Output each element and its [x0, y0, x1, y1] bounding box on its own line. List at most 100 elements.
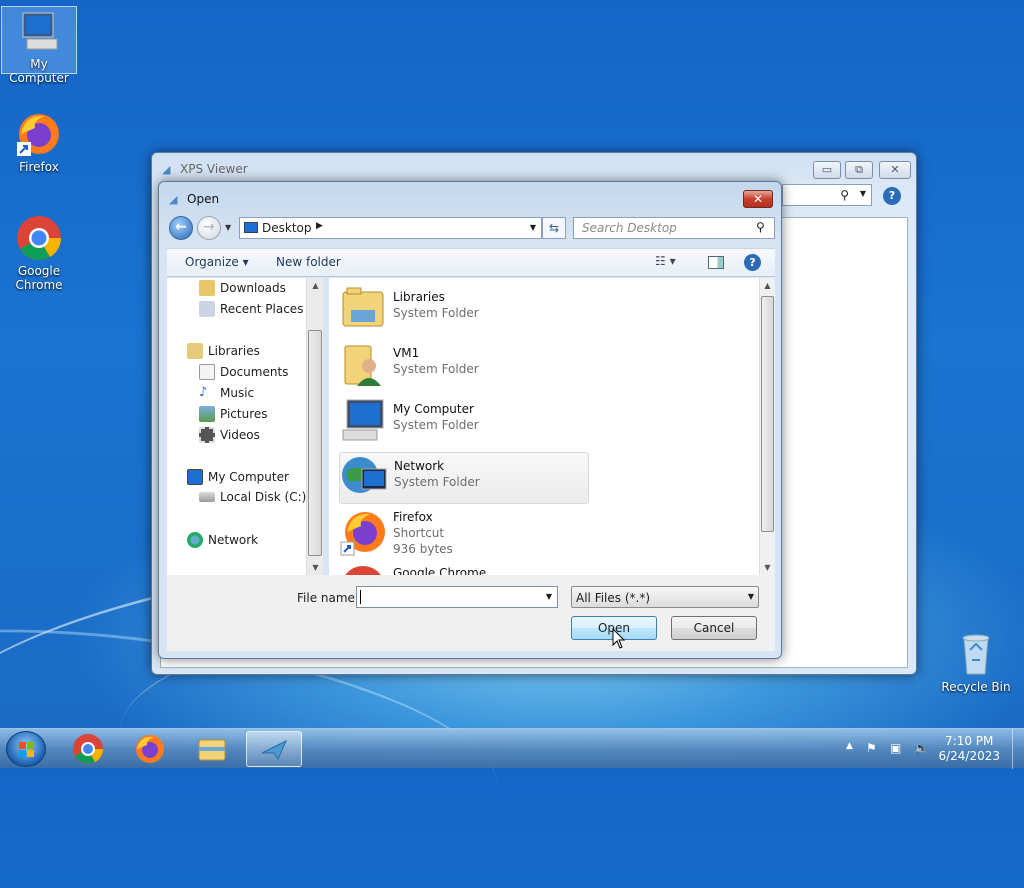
clock-date: 6/24/2023	[938, 749, 1000, 763]
command-bar: Organize ▾ New folder ☷ ▾ ?	[167, 248, 775, 277]
breadcrumb-arrow-icon[interactable]: ▶	[316, 221, 323, 231]
file-name: My Computer	[393, 402, 474, 416]
address-path[interactable]: Desktop	[262, 221, 312, 235]
documents-icon	[199, 364, 215, 380]
computer-icon	[15, 7, 63, 55]
organize-button[interactable]: Organize ▾	[185, 255, 249, 269]
file-item[interactable]: Libraries System Folder	[339, 284, 579, 336]
file-list-scrollbar[interactable]: ▲ ▼	[759, 278, 775, 575]
nav-scrollbar[interactable]: ▲ ▼	[306, 278, 323, 575]
file-item[interactable]: My Computer System Folder	[339, 396, 579, 448]
scroll-up-arrow-icon[interactable]: ▲	[760, 278, 775, 293]
mouse-cursor-icon	[612, 628, 625, 649]
search-input[interactable]: Search Desktop	[573, 217, 775, 239]
search-icon: ⚲	[840, 188, 849, 202]
file-type: System Folder	[393, 362, 479, 376]
file-type: Shortcut	[393, 526, 445, 540]
nav-item-label: Pictures	[220, 407, 268, 421]
chevron-down-icon[interactable]: ▼	[530, 223, 536, 232]
firefox-icon	[339, 508, 387, 556]
pictures-icon	[199, 406, 215, 422]
desktop-icon-chrome[interactable]: Google Chrome	[1, 214, 77, 292]
taskbar-xps-viewer[interactable]	[246, 731, 302, 767]
nav-item-my-computer[interactable]: My Computer	[187, 469, 289, 485]
action-center-flag-icon[interactable]: ⚑	[866, 741, 877, 755]
videos-icon	[199, 427, 215, 443]
taskbar-chrome[interactable]	[60, 731, 116, 767]
nav-item-music[interactable]: ♪ Music	[199, 385, 254, 401]
open-dialog: ◢ Open ✕ ← → ▼ Desktop ▶ ▼ ⇆ Search Desk…	[158, 181, 782, 659]
file-item[interactable]: Google Chrome	[339, 564, 579, 575]
help-icon[interactable]: ?	[883, 187, 901, 205]
start-button[interactable]	[6, 731, 46, 767]
disk-icon	[199, 492, 215, 502]
nav-item-label: My Computer	[208, 470, 289, 484]
network-status-icon[interactable]: ▣	[890, 741, 901, 755]
file-type: System Folder	[393, 306, 479, 320]
show-desktop-button[interactable]	[1012, 729, 1024, 769]
preview-pane-icon[interactable]	[708, 256, 724, 269]
scroll-up-arrow-icon[interactable]: ▲	[308, 278, 323, 293]
taskbar-firefox[interactable]	[122, 731, 178, 767]
new-folder-button[interactable]: New folder	[276, 255, 341, 269]
cancel-button[interactable]: Cancel	[671, 616, 757, 640]
desktop-icon-label: Firefox	[19, 160, 59, 174]
file-list: Libraries System Folder VM1 System Folder …	[329, 278, 775, 575]
nav-item-documents[interactable]: Documents	[199, 364, 288, 380]
nav-item-libraries[interactable]: Libraries	[187, 343, 260, 359]
file-type: System Folder	[394, 475, 480, 489]
desktop-icon-label: Google Chrome	[15, 264, 63, 292]
nav-item-downloads[interactable]: Downloads	[199, 280, 286, 296]
refresh-button[interactable]: ⇆	[542, 217, 566, 239]
scroll-thumb[interactable]	[761, 296, 774, 532]
desktop-icon-recycle-bin[interactable]: Recycle Bin	[938, 630, 1014, 694]
desktop-icon-firefox[interactable]: Firefox	[1, 110, 77, 174]
desktop-icon-my-computer[interactable]: My Computer	[1, 6, 77, 85]
text-cursor	[360, 590, 361, 604]
user-folder-icon	[339, 340, 387, 388]
scroll-down-arrow-icon[interactable]: ▼	[308, 560, 323, 575]
forward-button[interactable]: →	[197, 216, 221, 240]
maximize-button[interactable]: ⧉	[845, 161, 873, 179]
nav-item-pictures[interactable]: Pictures	[199, 406, 268, 422]
file-item[interactable]: Firefox Shortcut 936 bytes	[339, 508, 579, 570]
taskbar-explorer[interactable]	[184, 731, 240, 767]
close-button[interactable]: ✕	[879, 161, 911, 179]
volume-muted-icon[interactable]: 🔈	[914, 741, 929, 755]
taskbar: ▲ ⚑ ▣ 🔈 7:10 PM 6/24/2023	[0, 728, 1024, 769]
file-item[interactable]: VM1 System Folder	[339, 340, 579, 392]
minimize-button[interactable]: ▭	[813, 161, 841, 179]
recent-locations-chevron-icon[interactable]: ▼	[225, 223, 231, 232]
downloads-folder-icon	[199, 280, 215, 296]
file-name-input[interactable]: ▼	[356, 586, 558, 608]
navigation-pane: Downloads Recent Places Libraries Docume…	[167, 278, 323, 575]
folder-icon	[198, 739, 226, 761]
scroll-down-arrow-icon[interactable]: ▼	[760, 560, 775, 575]
xps-search-box[interactable]: ⚲ ▼	[782, 184, 872, 206]
change-view-icon[interactable]: ☷ ▾	[655, 254, 685, 268]
clock-time: 7:10 PM	[945, 734, 994, 748]
nav-item-network[interactable]: Network	[187, 532, 258, 548]
back-button[interactable]: ←	[169, 216, 193, 240]
file-item-selected[interactable]: Network System Folder	[339, 452, 589, 504]
help-icon[interactable]: ?	[744, 254, 761, 271]
nav-item-videos[interactable]: Videos	[199, 427, 260, 443]
recycle-bin-icon	[952, 630, 1000, 678]
file-name: Libraries	[393, 290, 445, 304]
nav-item-label: Network	[208, 533, 259, 547]
show-hidden-icons-icon[interactable]: ▲	[846, 741, 853, 751]
close-button[interactable]: ✕	[743, 190, 773, 208]
file-name: VM1	[393, 346, 420, 360]
scroll-thumb[interactable]	[308, 330, 322, 556]
file-type-select[interactable]: All Files (*.*) ▼	[571, 586, 759, 608]
nav-item-local-disk[interactable]: Local Disk (C:)	[199, 490, 306, 504]
search-icon: ⚲	[756, 220, 765, 234]
address-bar[interactable]: Desktop ▶ ▼	[239, 217, 542, 239]
network-icon	[187, 532, 203, 548]
system-clock[interactable]: 7:10 PM 6/24/2023	[938, 734, 1000, 764]
nav-item-recent-places[interactable]: Recent Places	[199, 301, 303, 317]
chevron-down-icon[interactable]: ▼	[546, 592, 552, 601]
libraries-icon	[187, 343, 203, 359]
file-size: 936 bytes	[393, 542, 453, 556]
computer-icon	[339, 396, 387, 444]
